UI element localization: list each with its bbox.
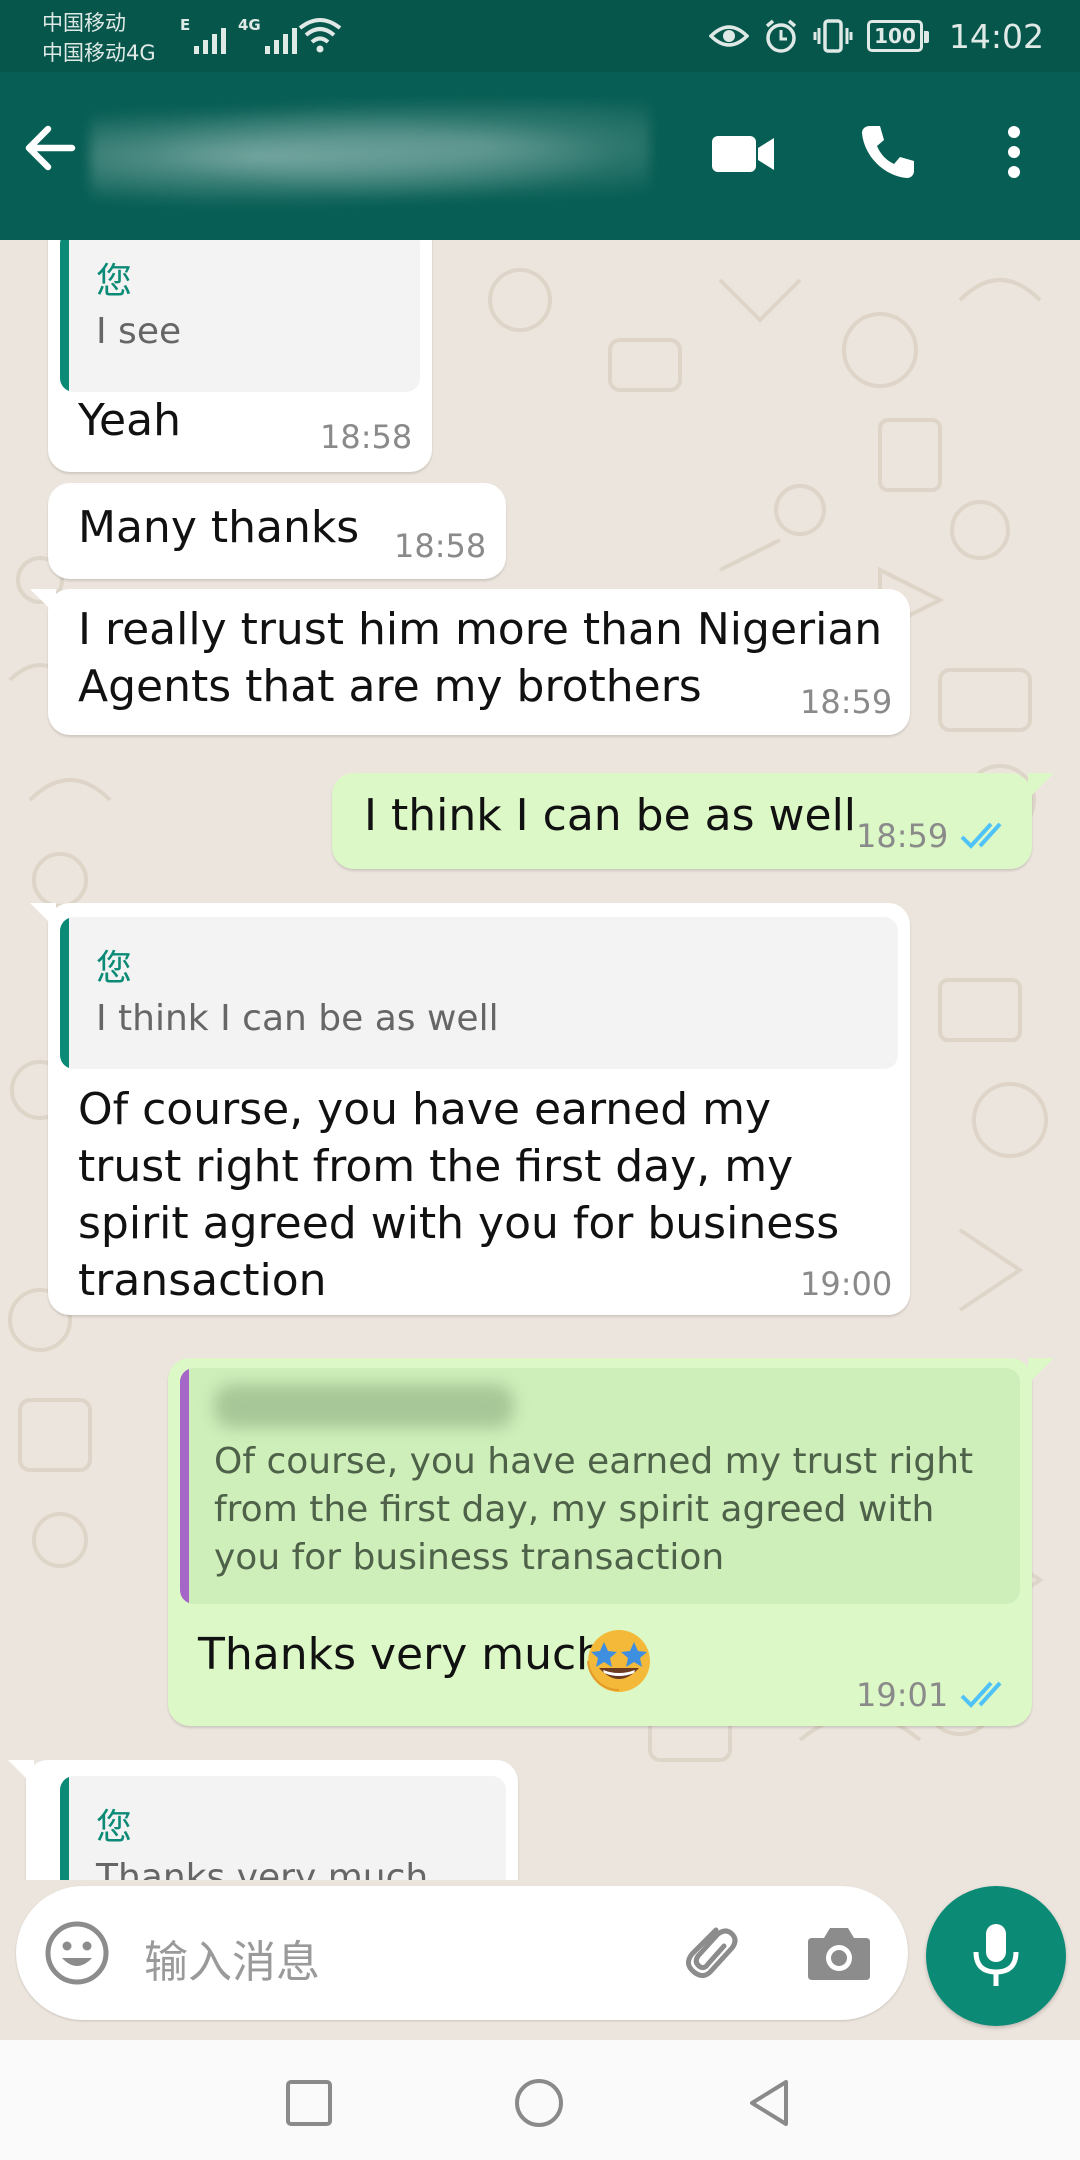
message-input[interactable]: 输入消息: [144, 1926, 320, 1990]
quote-text-line: from the first day, my spirit agreed wit…: [214, 1489, 935, 1530]
quote-text: I think I can be as well: [96, 998, 499, 1039]
quoted-message[interactable]: 您 I see: [60, 240, 420, 392]
message-text-line: trust right from the first day, my: [78, 1141, 794, 1192]
back-arrow-icon[interactable]: [18, 116, 82, 180]
system-navigation-bar: [0, 2040, 1080, 2160]
quote-author-blurred: [214, 1384, 514, 1428]
message-text-line: Of course, you have earned my: [78, 1084, 772, 1135]
message-composer[interactable]: 输入消息: [16, 1886, 908, 2020]
message-incoming[interactable]: 您 Thanks very much: [8, 1760, 518, 1880]
carrier-2: 中国移动4G: [42, 41, 156, 65]
message-text: Many thanks: [78, 502, 360, 553]
vibrate-icon: [813, 19, 853, 53]
message-text: I think I can be as well: [364, 790, 857, 841]
message-outgoing[interactable]: I think I can be as well 18:59: [332, 773, 1054, 869]
quote-text: Thanks very much: [96, 1857, 429, 1880]
quote-author: 您: [96, 948, 133, 989]
camera-icon[interactable]: [806, 1922, 872, 1982]
back-triangle-icon[interactable]: [742, 2076, 796, 2130]
message-text-line: Agents that are my brothers: [78, 661, 702, 712]
clock: 14:02: [948, 16, 1044, 56]
message-incoming[interactable]: Many thanks 18:58: [48, 483, 506, 579]
quote-text-line: Of course, you have earned my trust righ…: [214, 1441, 974, 1482]
message-text: Thanks very much: [198, 1629, 605, 1680]
message-time: 19:01: [856, 1676, 949, 1714]
alarm-icon: [766, 19, 797, 53]
message-incoming[interactable]: 您 I see Yeah 18:58: [48, 240, 432, 472]
phone-icon[interactable]: [856, 120, 920, 184]
status-right: 100 14:02: [709, 14, 1044, 58]
message-text-line: transaction: [78, 1255, 327, 1306]
message-time: 18:59: [800, 683, 893, 721]
recents-square-icon[interactable]: [282, 2076, 336, 2130]
carrier-info: 中国移动 中国移动4G: [42, 8, 156, 68]
message-outgoing[interactable]: Of course, you have earned my trust righ…: [168, 1358, 1054, 1726]
message-time: 18:58: [320, 418, 413, 456]
quote-author: 您: [96, 261, 133, 302]
message-text-line: spirit agreed with you for business: [78, 1198, 840, 1249]
carrier-1: 中国移动: [42, 11, 126, 35]
chat-area[interactable]: 您 I see Yeah 18:58 Many thanks 18:58 I r…: [0, 240, 1080, 1880]
quote-bar: [60, 1776, 69, 1880]
message-incoming[interactable]: I really trust him more than Nigerian Ag…: [30, 589, 910, 735]
star-struck-emoji: [587, 1630, 650, 1692]
message-text-line: I really trust him more than Nigerian: [78, 604, 883, 655]
video-call-icon[interactable]: [708, 126, 778, 182]
signal-4g-icon: 4G: [238, 16, 297, 54]
quoted-message[interactable]: 您 Thanks very much: [60, 1776, 506, 1880]
status-bar: 中国移动 中国移动4G E 4G 100 14:02: [0, 0, 1080, 72]
microphone-icon: [973, 1924, 1019, 1986]
eye-icon: [709, 25, 750, 47]
quote-text-line: you for business transaction: [214, 1537, 725, 1578]
voice-record-button[interactable]: [926, 1886, 1066, 2026]
contact-name-blurred[interactable]: [90, 102, 650, 212]
emoji-icon[interactable]: [44, 1920, 110, 1986]
message-time: 19:00: [800, 1265, 893, 1303]
message-text: Yeah: [78, 395, 181, 446]
message-time: 18:59: [856, 817, 949, 855]
quote-bar: [180, 1368, 189, 1604]
read-ticks-icon: [960, 822, 1002, 849]
home-circle-icon[interactable]: [512, 2076, 566, 2130]
chat-header: [0, 72, 1080, 240]
wifi-icon: [298, 18, 342, 53]
message-time: 18:58: [394, 527, 487, 565]
quote-bar: [60, 240, 69, 392]
battery-icon: 100: [867, 20, 929, 52]
quote-bar: [60, 917, 69, 1069]
read-ticks-icon: [960, 1681, 1002, 1708]
signal-e-icon: E: [180, 16, 227, 54]
quote-author: 您: [96, 1807, 133, 1848]
attach-icon[interactable]: [672, 1916, 744, 1988]
quote-text: I see: [96, 311, 182, 352]
quoted-message[interactable]: Of course, you have earned my trust righ…: [180, 1368, 1020, 1604]
quoted-message[interactable]: 您 I think I can be as well: [60, 917, 898, 1069]
message-incoming[interactable]: 您 I think I can be as well Of course, yo…: [30, 903, 910, 1315]
more-vert-icon[interactable]: [996, 120, 1032, 184]
